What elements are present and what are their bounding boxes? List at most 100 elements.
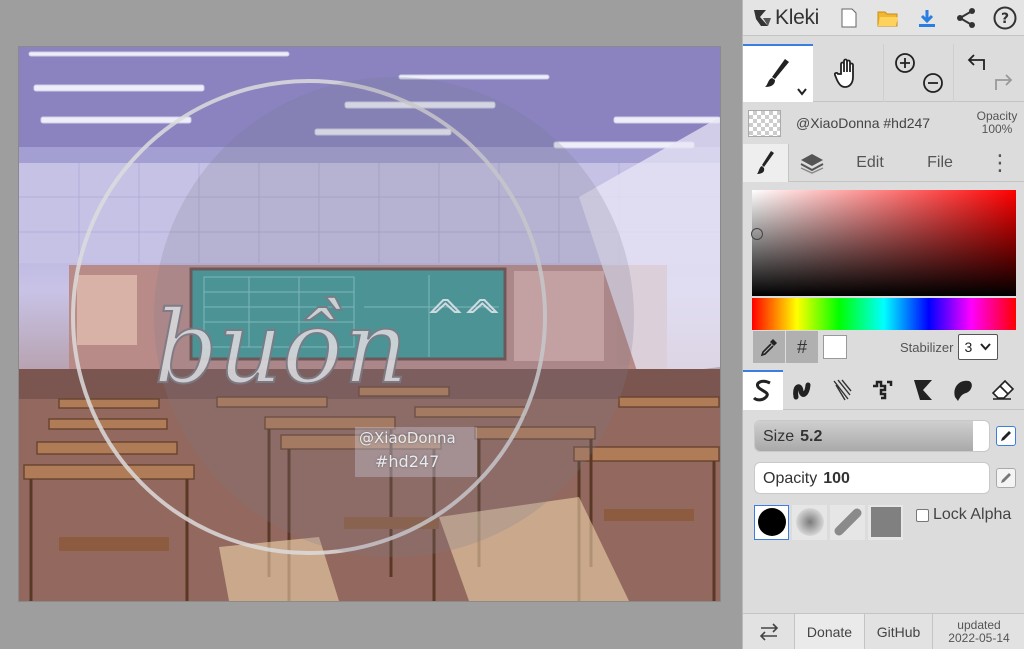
- eraser-button[interactable]: [983, 370, 1023, 410]
- undo-redo-controls: [953, 44, 1023, 102]
- chalk-icon: [834, 508, 861, 536]
- help-icon: ?: [993, 6, 1016, 29]
- layer-thumbnail[interactable]: [748, 109, 781, 137]
- help-button[interactable]: ?: [985, 0, 1024, 36]
- chevron-down-icon[interactable]: [797, 88, 807, 96]
- watermark-user: @XiaoDonna: [359, 429, 456, 447]
- watermark-script: buồn: [154, 289, 408, 406]
- tab-file[interactable]: File: [905, 144, 975, 182]
- square-icon: [870, 507, 901, 537]
- chevron-down-icon: [980, 343, 992, 351]
- swap-ui-side-button[interactable]: [743, 614, 795, 649]
- stabilizer-value: 3: [964, 339, 973, 355]
- bottom-bar: Donate GitHub updated 2022-05-14: [743, 613, 1024, 649]
- zoom-out-icon[interactable]: [922, 72, 944, 94]
- color-picker: [751, 190, 1016, 330]
- zoom-controls: [883, 44, 953, 102]
- chemy-icon: [914, 379, 932, 400]
- updated-info[interactable]: updated 2022-05-14: [933, 614, 1024, 649]
- more-menu-button[interactable]: ⋮: [975, 144, 1024, 182]
- main-tabs: Edit File ⋮: [743, 143, 1024, 182]
- folder-icon: [877, 11, 898, 26]
- share-icon: [956, 7, 975, 28]
- tool-panel: Kleki ? @XiaoDonna #hd247 Opacity 100% E…: [742, 0, 1024, 649]
- opacity-slider[interactable]: Opacity 100: [754, 462, 990, 494]
- opacity-pressure-toggle[interactable]: [996, 468, 1016, 488]
- swap-arrows-icon: [759, 623, 778, 641]
- brush-shape-row: Lock Alpha: [743, 504, 1024, 540]
- round-hard-brush[interactable]: [754, 504, 789, 540]
- size-slider-text: Size 5.2: [763, 428, 822, 446]
- eyedropper-icon: [760, 339, 777, 357]
- layer-info-row: @XiaoDonna #hd247 Opacity 100%: [743, 103, 1024, 143]
- sketchy-stroke-icon: [833, 379, 852, 400]
- svg-text:?: ?: [1000, 11, 1008, 27]
- github-link[interactable]: GitHub: [865, 614, 933, 649]
- eyedropper-button[interactable]: [753, 331, 785, 363]
- open-image-button[interactable]: [868, 0, 907, 36]
- tab-layers[interactable]: [789, 144, 835, 182]
- smudge-brush-button[interactable]: [943, 370, 983, 410]
- pixel-brush-button[interactable]: [863, 370, 903, 410]
- size-label: Size: [763, 428, 795, 445]
- layers-icon: [800, 153, 824, 174]
- eraser-icon: [991, 379, 1015, 400]
- artwork-canvas[interactable]: buồn ^^ @XiaoDonna #hd247: [19, 47, 720, 601]
- sketchy-brush-button[interactable]: [823, 370, 863, 410]
- undo-icon[interactable]: [966, 52, 988, 72]
- zoom-in-icon[interactable]: [894, 52, 916, 74]
- square-brush[interactable]: [868, 504, 903, 540]
- pen-brush-button[interactable]: [743, 369, 783, 410]
- opacity-slider-text: Opacity 100: [763, 470, 850, 488]
- smudge-icon: [954, 380, 972, 401]
- chalk-brush[interactable]: [830, 504, 865, 540]
- pen-stroke-icon: [752, 379, 771, 401]
- pen-pressure-icon: [1001, 431, 1011, 441]
- round-soft-brush[interactable]: [792, 504, 827, 540]
- kleki-logo-icon: [754, 9, 771, 26]
- new-file-icon: [841, 8, 856, 27]
- watermark-emote: ^^: [427, 292, 501, 343]
- hand-tool-button[interactable]: [813, 44, 883, 102]
- lock-alpha-checkbox[interactable]: [916, 508, 929, 522]
- color-tools: # Stabilizer 3: [743, 331, 1024, 363]
- blend-brush-button[interactable]: [783, 370, 823, 410]
- save-image-button[interactable]: [907, 0, 946, 36]
- saturation-value-area[interactable]: [751, 190, 1016, 296]
- layer-opacity-value: 100%: [981, 122, 1013, 136]
- donate-link[interactable]: Donate: [795, 614, 865, 649]
- layer-opacity: Opacity 100%: [969, 110, 1024, 136]
- top-bar: Kleki ?: [743, 0, 1024, 36]
- round-soft-icon: [795, 508, 824, 536]
- lock-alpha-toggle[interactable]: Lock Alpha: [916, 506, 1011, 524]
- canvas-area[interactable]: buồn ^^ @XiaoDonna #hd247: [0, 0, 742, 649]
- hand-icon: [834, 58, 854, 88]
- tab-brush[interactable]: [743, 143, 789, 182]
- blend-stroke-icon: [793, 382, 811, 399]
- kleki-logo[interactable]: Kleki: [743, 6, 829, 30]
- stabilizer-label: Stabilizer: [900, 339, 954, 355]
- opacity-label: Opacity: [763, 470, 818, 487]
- new-image-button[interactable]: [829, 0, 868, 36]
- share-button[interactable]: [946, 0, 985, 36]
- chemy-brush-button[interactable]: [903, 370, 943, 410]
- opacity-value: 100: [823, 470, 850, 487]
- current-color-swatch[interactable]: [823, 335, 847, 359]
- tool-row: [743, 44, 1024, 102]
- tab-edit[interactable]: Edit: [835, 144, 905, 182]
- stabilizer-select[interactable]: 3: [958, 334, 999, 360]
- redo-icon[interactable]: [992, 72, 1014, 92]
- download-icon: [918, 9, 935, 27]
- brush-icon: [756, 150, 774, 174]
- size-slider[interactable]: Size 5.2: [754, 420, 990, 452]
- brush-type-row: [743, 369, 1024, 410]
- size-pressure-toggle[interactable]: [996, 426, 1016, 446]
- round-hard-icon: [757, 508, 786, 536]
- hex-input-button[interactable]: #: [786, 331, 818, 363]
- brush-tool-button[interactable]: [743, 44, 813, 102]
- updated-date: 2022-05-14: [948, 631, 1010, 645]
- pixel-stroke-icon: [873, 380, 893, 399]
- hue-slider[interactable]: [752, 298, 1016, 330]
- brush-icon: [765, 59, 789, 87]
- color-cursor[interactable]: [751, 228, 763, 240]
